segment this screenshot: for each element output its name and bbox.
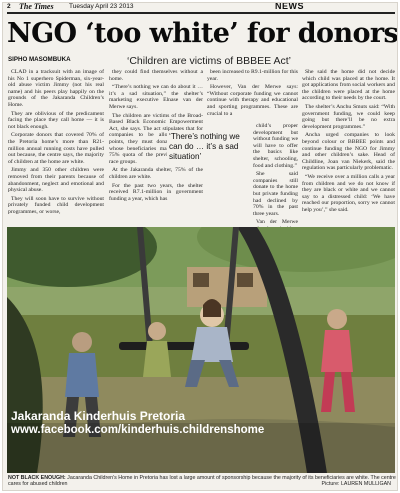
byline: SIPHO MASOMBUKA (8, 56, 71, 63)
masthead: The Times (19, 2, 54, 11)
running-header: 2 The Times Tuesday April 23 2013 NEWS (7, 3, 395, 12)
paragraph: “There’s nothing we can do about it … it… (109, 84, 203, 110)
page-number: 2 (7, 3, 11, 10)
paragraph: They are oblivious of the predicament fa… (8, 110, 104, 130)
header-rule (7, 12, 395, 14)
headline: NGO ‘too white’ for donors (7, 18, 398, 49)
paragraph: However, Van der Merwe says: “Without co… (207, 84, 298, 117)
deck-quote: ‘Children are victims of BBBEE Act’ (127, 55, 291, 67)
paragraph: CLAD in a tracksuit with an image of his… (8, 69, 104, 108)
photo-credit: Picture: LAUREN MULLIGAN (321, 481, 391, 487)
photo-watermark-title: Jakaranda Kinderhuis Pretoria (11, 409, 186, 423)
article-column-3: been increased to R9.1-million for this … (207, 69, 298, 291)
article-column-4: She said the home did not decide which c… (302, 69, 395, 215)
paragraph: been increased to R9.1-million for this … (207, 69, 298, 82)
paragraph: Corporate donors that covered 70% of the… (8, 132, 104, 165)
photo-watermark-url: www.facebook.com/kinderhuis.childrenshom… (11, 424, 265, 436)
newspaper-clipping: 2 The Times Tuesday April 23 2013 NEWS N… (2, 2, 398, 491)
article-column-1: CLAD in a tracksuit with an image of his… (8, 69, 104, 217)
paragraph: At the Jakaranda shelter, 75% of the chi… (109, 167, 203, 180)
paragraph: “We receive over a million calls a year … (302, 173, 395, 213)
paragraph: For the past two years, the shelter rece… (109, 182, 203, 202)
playground-photo (7, 227, 395, 473)
paragraph: She said the home did not decide which c… (302, 69, 395, 102)
pull-quote: ‘There’s nothing we can do … it’s a sad … (167, 131, 253, 163)
photo-illustration (7, 227, 395, 473)
issue-date: Tuesday April 23 2013 (69, 3, 134, 10)
paragraph: they could find themselves without a hom… (109, 69, 203, 82)
paragraph: The shelter’s Anchu Smuts said: “With go… (302, 103, 395, 130)
paragraph: child’s proper development but without f… (253, 123, 298, 169)
paragraph: Ancha urged companies to look beyond col… (302, 132, 395, 172)
paragraph: She said companies still donate to the h… (253, 171, 298, 217)
paragraph: Jimmy and 350 other children were remove… (8, 167, 104, 194)
paragraph: They will soon have to survive without p… (8, 195, 104, 215)
section-label: NEWS (275, 2, 304, 11)
